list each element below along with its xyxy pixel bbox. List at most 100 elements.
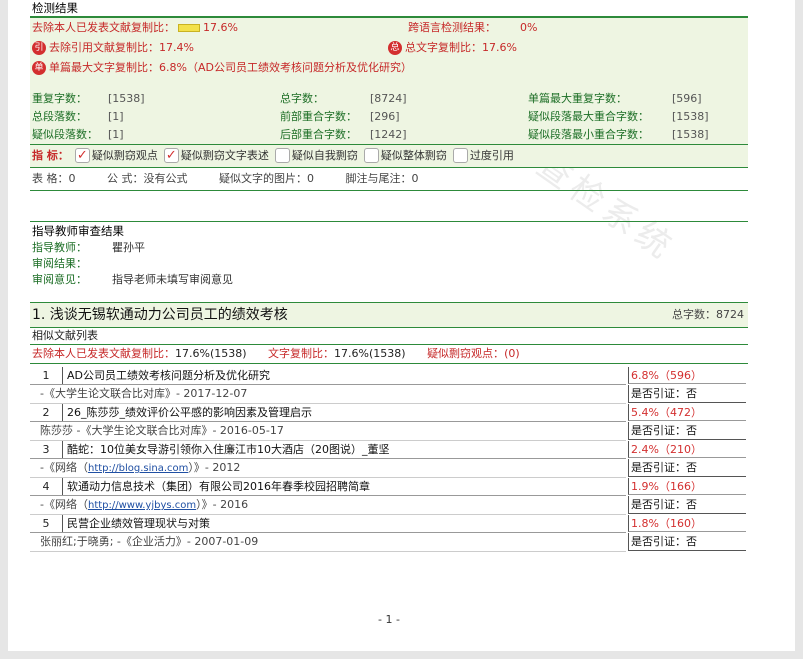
- item-title[interactable]: 民营企业绩效管理现状与对策: [63, 517, 210, 530]
- review-opinion-value: 指导老师未填写审阅意见: [112, 273, 233, 286]
- item-number: 4: [30, 478, 63, 495]
- teacher-section-title: 指导教师审查结果: [30, 221, 748, 240]
- teacher-review-section: 指导教师审查结果 指导教师： 瞿孙平 审阅结果： 审阅意见： 指导老师未填写审阅…: [30, 221, 748, 288]
- list-item: 1 AD公司员工绩效考核问题分析及优化研究 -《大学生论文联合比对库》- 2017…: [30, 367, 748, 404]
- indicators-row: 指 标： 疑似剽窃观点 疑似剽窃文字表述 疑似自我剽窃 疑似整体剽窃 过度引用: [30, 144, 748, 168]
- stat-value: [1538]: [108, 92, 145, 105]
- indicator-label: 疑似整体剽窃: [380, 149, 447, 162]
- stat-value: [8724]: [370, 92, 407, 105]
- stat-value: [1538]: [672, 128, 709, 141]
- summary-excl-label: 去除本人已发表文献复制比：: [32, 347, 175, 360]
- item-source-text: 张丽红;于晓勇; -《企业活力》- 2007-01-09: [40, 535, 259, 548]
- stat-value: [1242]: [370, 128, 407, 141]
- stat-value: [1]: [108, 128, 124, 141]
- indicators-label: 指 标：: [32, 149, 69, 162]
- review-opinion-label: 审阅意见：: [32, 273, 87, 286]
- indicator-checkbox-2[interactable]: [163, 145, 179, 167]
- stats-row-1: 重复字数： [1538] 总字数： [8724] 单篇最大重复字数： [596]: [30, 90, 748, 108]
- indicator-label: 疑似剽窃文字表述: [180, 149, 269, 162]
- stat-label: 单篇最大重复字数：: [528, 92, 627, 105]
- images-count: 疑似文字的图片：0: [219, 172, 314, 185]
- stats-row-2: 总段落数： [1] 前部重合字数： [296] 疑似段落最大重合字数： [153…: [30, 108, 748, 126]
- item-number: 2: [30, 404, 63, 421]
- item-citation: 是否引证：否: [628, 459, 746, 477]
- item-title[interactable]: 26_陈莎莎_绩效评价公平感的影响因素及管理启示: [63, 406, 312, 419]
- cite-badge-icon: 引: [32, 41, 46, 55]
- excl-row: 去除本人已发表文献复制比： 17.6% 跨语言检测结果： 0%: [30, 18, 748, 38]
- indicator-label: 疑似剽窃观点: [91, 149, 158, 162]
- item-source: -《网络（http://blog.sina.com）》- 2012: [30, 459, 626, 478]
- stat-value: [1538]: [672, 110, 709, 123]
- summary-excl-value: 17.6%(1538): [175, 347, 247, 360]
- stat-label: 总字数：: [280, 92, 324, 105]
- tables-count: 表 格：0: [32, 172, 76, 185]
- stat-value: [1]: [108, 110, 124, 123]
- document-word-count: 总字数：8724: [672, 303, 744, 327]
- item-title-line: 5 民营企业绩效管理现状与对策: [30, 515, 626, 533]
- list-item: 4 软通动力信息技术（集团）有限公司2016年春季校园招聘简章 -《网络（http…: [30, 478, 748, 515]
- indicator-label: 疑似自我剽窃: [291, 149, 358, 162]
- word-count-label: 总字数：: [672, 308, 716, 321]
- item-source: -《网络（http://www.yjbys.com）》- 2016: [30, 496, 626, 515]
- item-source-text: -《网络（: [40, 461, 88, 474]
- stat-label: 疑似段落数：: [32, 128, 98, 141]
- item-source-link[interactable]: http://www.yjbys.com: [88, 500, 196, 511]
- report-page: 查检系统 检测结果 去除本人已发表文献复制比： 17.6% 跨语言检测结果： 0%…: [8, 0, 795, 651]
- list-item: 2 26_陈莎莎_绩效评价公平感的影响因素及管理启示 陈莎莎 -《大学生论文联合比…: [30, 404, 748, 441]
- teacher-name-value: 瞿孙平: [112, 241, 145, 254]
- total-copy: 总总文字复制比：17.6%: [388, 38, 517, 58]
- item-percentage: 6.8%（596）: [628, 367, 746, 384]
- indicator-checkbox-4[interactable]: [363, 147, 379, 163]
- similar-documents-list: 1 AD公司员工绩效考核问题分析及优化研究 -《大学生论文联合比对库》- 2017…: [30, 367, 748, 552]
- cite-row: 引去除引用文献复制比：17.4% 总总文字复制比：17.6%: [30, 38, 748, 58]
- item-source-tail: ）》- 2012: [188, 461, 241, 474]
- review-result-label: 审阅结果：: [32, 257, 87, 270]
- document-title: 1. 浅谈无锡软通动力公司员工的绩效考核: [32, 307, 288, 323]
- item-source-text: 陈莎莎 -《大学生论文联合比对库》- 2016-05-17: [40, 424, 284, 437]
- item-citation: 是否引证：否: [628, 533, 746, 551]
- item-percentage: 1.8%（160）: [628, 515, 746, 532]
- detection-summary: 去除本人已发表文献复制比： 17.6% 跨语言检测结果： 0% 引去除引用文献复制…: [30, 18, 748, 168]
- cite-label: 去除引用文献复制比：: [49, 41, 159, 54]
- summary-copy-value: 17.6%(1538): [334, 347, 406, 360]
- similar-summary: 去除本人已发表文献复制比：17.6%(1538) 文字复制比：17.6%(153…: [30, 345, 748, 364]
- single-value: 6.8%（AD公司员工绩效考核问题分析及优化研究）: [159, 61, 412, 74]
- single-row: 单单篇最大文字复制比：6.8%（AD公司员工绩效考核问题分析及优化研究）: [30, 58, 748, 78]
- list-item: 5 民营企业绩效管理现状与对策 张丽红;于晓勇; -《企业活力》- 2007-01…: [30, 515, 748, 552]
- item-percentage: 5.4%（472）: [628, 404, 746, 421]
- review-opinion-row: 审阅意见： 指导老师未填写审阅意见: [30, 272, 748, 288]
- item-source-link[interactable]: http://blog.sina.com: [88, 463, 188, 474]
- total-badge-icon: 总: [388, 41, 402, 55]
- item-source-text: -《大学生论文联合比对库》- 2017-12-07: [40, 387, 248, 400]
- document-header: 1. 浅谈无锡软通动力公司员工的绩效考核 总字数：8724: [30, 302, 748, 327]
- indicator-checkbox-5[interactable]: [452, 147, 468, 163]
- item-title-line: 3 酷蛇：10位美女导游引领你入住廉江市10大酒店（20图说）_董坚: [30, 441, 626, 459]
- item-title-line: 1 AD公司员工绩效考核问题分析及优化研究: [30, 367, 626, 385]
- item-citation: 是否引证：否: [628, 496, 746, 514]
- indicator-checkbox-3[interactable]: [274, 147, 290, 163]
- notes-count: 脚注与尾注：0: [345, 172, 419, 185]
- summary-copy-label: 文字复制比：: [268, 347, 335, 360]
- item-source: 张丽红;于晓勇; -《企业活力》- 2007-01-09: [30, 533, 626, 552]
- item-source-text: -《网络（: [40, 498, 88, 511]
- stat-label: 重复字数：: [32, 92, 87, 105]
- item-title-line: 4 软通动力信息技术（集团）有限公司2016年春季校园招聘简章: [30, 478, 626, 496]
- detection-section-title: 检测结果: [30, 0, 748, 18]
- excl-bar: [178, 23, 200, 32]
- item-number: 3: [30, 441, 63, 458]
- excl-value: 17.6%: [203, 21, 238, 34]
- item-citation: 是否引证：否: [628, 385, 746, 403]
- stat-label: 总段落数：: [32, 110, 87, 123]
- summary-plag-value: (0): [504, 347, 520, 360]
- item-title[interactable]: AD公司员工绩效考核问题分析及优化研究: [63, 369, 270, 382]
- total-value: 17.6%: [482, 41, 517, 54]
- item-title-line: 2 26_陈莎莎_绩效评价公平感的影响因素及管理启示: [30, 404, 626, 422]
- item-title[interactable]: 软通动力信息技术（集团）有限公司2016年春季校园招聘简章: [63, 480, 370, 493]
- stat-label: 后部重合字数：: [280, 128, 357, 141]
- item-source: 陈莎莎 -《大学生论文联合比对库》- 2016-05-17: [30, 422, 626, 441]
- item-source-tail: ）》- 2016: [196, 498, 249, 511]
- teacher-name-row: 指导教师： 瞿孙平: [30, 240, 748, 256]
- excl-label: 去除本人已发表文献复制比：: [32, 21, 175, 34]
- indicator-checkbox-1[interactable]: [74, 145, 90, 167]
- item-title[interactable]: 酷蛇：10位美女导游引领你入住廉江市10大酒店（20图说）_董坚: [63, 443, 390, 456]
